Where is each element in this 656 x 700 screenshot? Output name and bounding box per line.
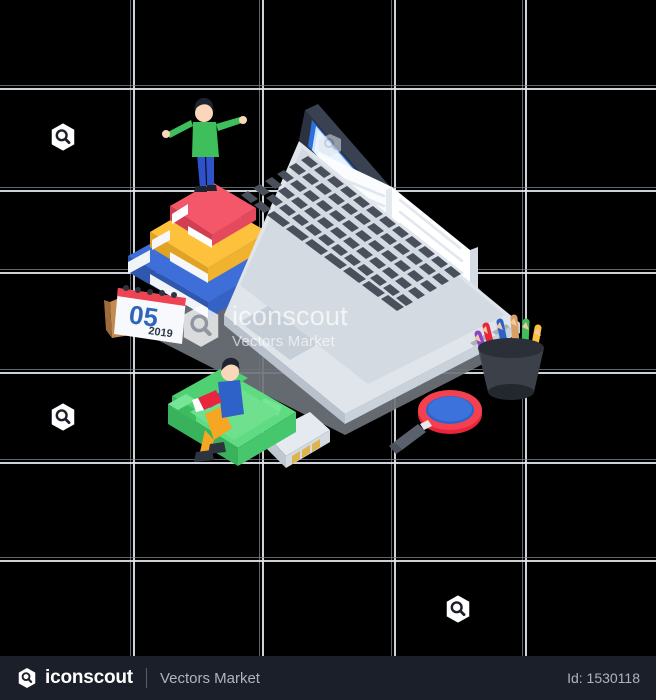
isometric-illustration: 05 2019: [0, 0, 656, 656]
desk-calendar: 05 2019: [104, 285, 186, 344]
footer-divider: [145, 668, 147, 688]
footer-bar: iconscout Vectors Market Id: 1530118: [0, 656, 656, 700]
illustration-canvas: 05 2019 iconscout Vectors Market: [0, 0, 656, 656]
asset-id: Id: 1530118: [567, 670, 640, 686]
contributor-name[interactable]: Vectors Market: [160, 670, 260, 687]
iconscout-brand[interactable]: iconscout: [16, 667, 133, 689]
iconscout-hex-magnifier-icon: [16, 667, 38, 689]
brand-name: iconscout: [45, 667, 133, 688]
standing-person: [162, 97, 247, 192]
illustration-preview-page: 05 2019 iconscout Vectors Market iconsco…: [0, 0, 656, 700]
